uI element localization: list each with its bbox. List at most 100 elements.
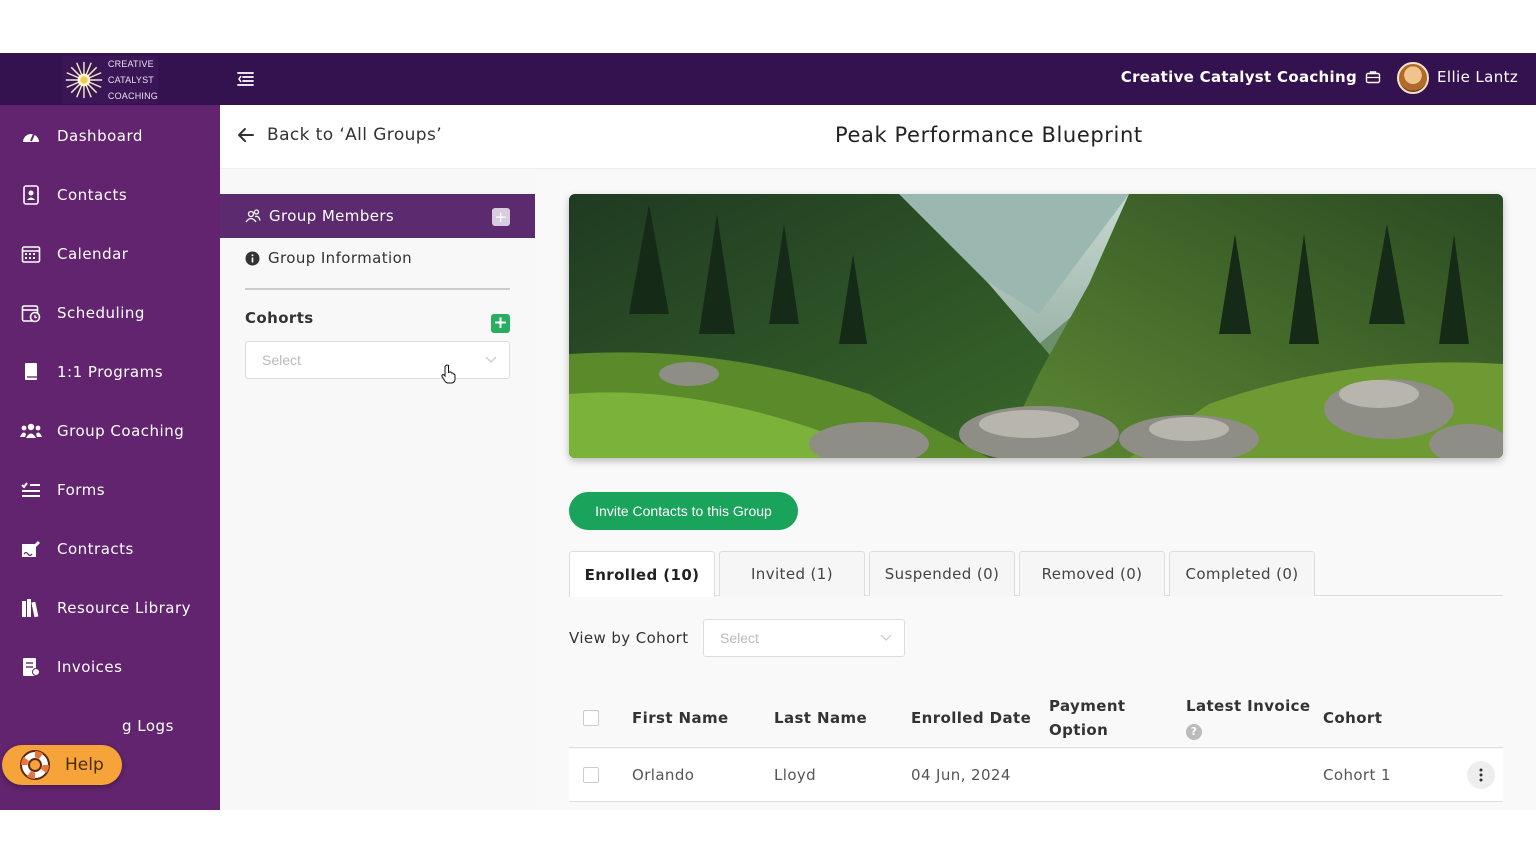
view-by-cohort-label: View by Cohort xyxy=(569,629,689,647)
help-button[interactable]: Help xyxy=(2,745,122,785)
arrow-left-icon xyxy=(238,128,254,142)
back-label: Back to ‘All Groups’ xyxy=(267,125,443,145)
sidebar-item-label: g Logs xyxy=(122,717,174,735)
cohort-select[interactable]: Select xyxy=(245,341,510,384)
group-banner-image xyxy=(569,194,1503,458)
cell-cohort: Cohort 1 xyxy=(1323,766,1391,784)
sidebar-item-logs[interactable]: g Logs xyxy=(0,706,220,746)
cohorts-label: Cohorts xyxy=(245,309,314,327)
signature-icon xyxy=(20,538,42,560)
main-area: Back to ‘All Groups’ Peak Performance Bl… xyxy=(220,105,1536,810)
menu-toggle-icon[interactable] xyxy=(236,69,256,89)
tab-removed[interactable]: Removed (0) xyxy=(1019,551,1165,596)
tab-enrolled[interactable]: Enrolled (10) xyxy=(569,551,715,597)
tab-suspended[interactable]: Suspended (0) xyxy=(869,551,1015,596)
page-title: Peak Performance Blueprint xyxy=(835,123,1143,147)
sidebar-item-label: Contracts xyxy=(57,540,134,558)
lifebuoy-icon xyxy=(20,750,50,780)
brand-logo[interactable]: CREATIVE CATALYST COACHING xyxy=(62,56,158,104)
column-enrolled-date[interactable]: Enrolled Date xyxy=(911,706,1031,730)
column-payment-option-line: Option xyxy=(1049,721,1109,739)
row-checkbox[interactable] xyxy=(583,767,599,783)
dashboard-icon xyxy=(20,125,42,147)
users-outline-icon xyxy=(245,209,261,223)
sidebar-item-calendar[interactable]: Calendar xyxy=(0,234,220,274)
sidebar-item-invoices[interactable]: Invoices xyxy=(0,647,220,687)
cell-last-name: Lloyd xyxy=(774,766,817,784)
book-icon xyxy=(20,361,42,383)
cell-first-name: Orlando xyxy=(632,766,695,784)
logo-text: CREATIVE CATALYST COACHING xyxy=(108,56,158,104)
sidebar-item-scheduling[interactable]: Scheduling xyxy=(0,293,220,333)
company-name: Creative Catalyst Coaching xyxy=(1120,68,1357,86)
info-icon xyxy=(245,251,260,265)
sidebar-item-contacts[interactable]: Contacts xyxy=(0,175,220,215)
top-bar: CREATIVE CATALYST COACHING Creative Cata… xyxy=(0,53,1536,105)
column-first-name[interactable]: First Name xyxy=(632,706,729,730)
tab-completed[interactable]: Completed (0) xyxy=(1169,551,1315,596)
sidebar-item-label: Dashboard xyxy=(57,127,143,145)
table-row[interactable]: Orlando Lloyd 04 Jun, 2024 Cohort 1 xyxy=(569,749,1503,802)
sidebar-item-contracts[interactable]: Contracts xyxy=(0,529,220,569)
chevron-down-icon xyxy=(485,356,497,363)
invite-contacts-button[interactable]: Invite Contacts to this Group xyxy=(569,492,798,530)
help-label: Help xyxy=(65,755,104,775)
add-member-icon[interactable]: + xyxy=(492,208,510,226)
group-content: Invite Contacts to this Group Enrolled (… xyxy=(536,169,1536,810)
divider xyxy=(245,288,510,290)
column-latest-invoice[interactable]: Latest Invoice ? xyxy=(1186,694,1311,742)
list-icon xyxy=(20,479,42,501)
sidebar-item-resource-library[interactable]: Resource Library xyxy=(0,588,220,628)
user-name[interactable]: Ellie Lantz xyxy=(1437,68,1518,86)
sidebar-item-label: 1:1 Programs xyxy=(57,363,164,381)
sidebar-item-dashboard[interactable]: Dashboard xyxy=(0,116,220,156)
sidebar-item-label: Contacts xyxy=(57,186,128,204)
column-cohort[interactable]: Cohort xyxy=(1323,706,1382,730)
column-last-name[interactable]: Last Name xyxy=(774,706,867,730)
group-information-label: Group Information xyxy=(268,249,413,267)
logo-line: CREATIVE xyxy=(107,59,154,69)
chevron-down-icon xyxy=(880,634,892,641)
sidebar-item-label: Resource Library xyxy=(57,599,192,617)
briefcase-icon xyxy=(1365,71,1381,84)
view-by-cohort-placeholder: Select xyxy=(720,630,759,646)
hand-cursor-icon xyxy=(441,364,456,384)
calendar-icon xyxy=(20,243,42,265)
sidebar-item-programs[interactable]: 1:1 Programs xyxy=(0,352,220,392)
library-icon xyxy=(20,597,42,619)
row-actions-kebab-icon[interactable] xyxy=(1467,761,1495,789)
sidebar-item-label: Group Coaching xyxy=(57,422,185,440)
app-window: CREATIVE CATALYST COACHING Creative Cata… xyxy=(0,53,1536,810)
members-table-header: First Name Last Name Enrolled Date Payme… xyxy=(569,687,1503,748)
company-switcher[interactable]: Creative Catalyst Coaching xyxy=(1121,68,1381,86)
sidebar-item-group-coaching[interactable]: Group Coaching xyxy=(0,411,220,451)
sidebar-item-label: Calendar xyxy=(57,245,129,263)
sidebar: Dashboard Contacts Calendar Scheduling 1… xyxy=(0,105,220,810)
invoice-icon xyxy=(20,656,42,678)
tab-group-members[interactable]: Group Members + xyxy=(220,194,535,238)
column-payment-option[interactable]: Payment Option xyxy=(1049,694,1125,742)
logo-line: COACHING xyxy=(107,91,158,101)
sidebar-item-label: Scheduling xyxy=(57,304,145,322)
contacts-icon xyxy=(20,184,42,206)
tab-invited[interactable]: Invited (1) xyxy=(719,551,865,596)
cell-enrolled-date: 04 Jun, 2024 xyxy=(911,766,1011,784)
column-payment-option-line: Payment xyxy=(1049,697,1126,715)
scheduling-icon xyxy=(20,302,42,324)
logs-icon xyxy=(20,715,42,737)
view-by-cohort-select[interactable]: Select xyxy=(703,619,905,657)
add-cohort-button[interactable]: + xyxy=(491,314,510,333)
select-all-checkbox[interactable] xyxy=(583,710,599,726)
group-side-panel: Group Members + Group Information Cohort… xyxy=(220,169,536,810)
cohort-select-placeholder: Select xyxy=(262,352,301,368)
back-link[interactable]: Back to ‘All Groups’ xyxy=(237,125,442,145)
sidebar-item-forms[interactable]: Forms xyxy=(0,470,220,510)
group-members-label: Group Members xyxy=(269,207,395,225)
help-circle-icon[interactable]: ? xyxy=(1186,724,1202,740)
sidebar-item-label: Forms xyxy=(57,481,106,499)
tab-group-information[interactable]: Group Information xyxy=(245,249,412,267)
sidebar-item-label: Invoices xyxy=(57,658,123,676)
page-header: Back to ‘All Groups’ Peak Performance Bl… xyxy=(220,105,1536,169)
avatar[interactable] xyxy=(1397,62,1429,94)
member-status-tabs: Enrolled (10) Invited (1) Suspended (0) … xyxy=(569,551,1503,597)
